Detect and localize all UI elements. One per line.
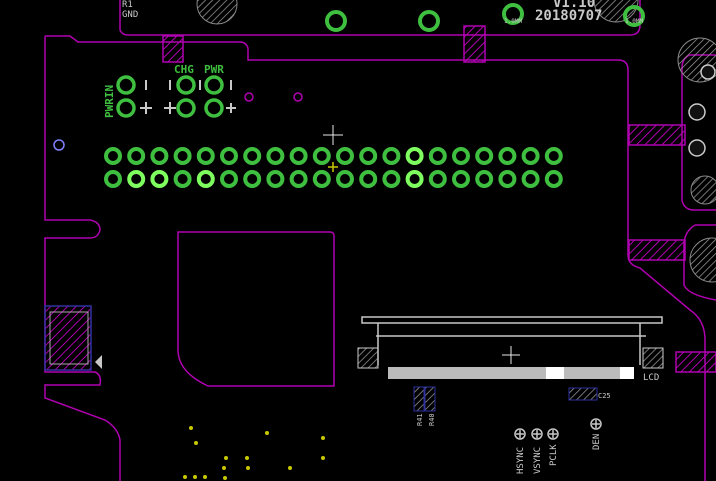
header-pad[interactable] <box>104 147 122 165</box>
header-pad[interactable] <box>243 147 262 165</box>
header-pad[interactable] <box>498 147 517 165</box>
header-pad[interactable] <box>428 147 447 165</box>
pin-sub-left: 1.0MM <box>504 18 522 25</box>
header-pad[interactable] <box>544 170 563 188</box>
pwr-label: PWR <box>204 63 224 76</box>
vias <box>244 92 303 102</box>
header-pad[interactable] <box>452 170 470 188</box>
header-pad[interactable] <box>266 147 285 165</box>
header-pad[interactable] <box>359 170 378 188</box>
header-pad[interactable] <box>428 170 447 188</box>
header-pad[interactable] <box>173 147 192 165</box>
header-pad[interactable] <box>220 170 238 188</box>
den-label: DEN <box>592 434 602 450</box>
via-dots <box>183 426 325 480</box>
gnd-label: GND <box>122 10 138 20</box>
date-text: 20180707 <box>535 8 602 24</box>
pcb-layout-view[interactable]: R1 GND V1.10 20180707 1.0MM 1.0MM PWRIN … <box>0 0 716 481</box>
header-pad[interactable] <box>173 170 192 188</box>
header-pad[interactable] <box>475 170 494 188</box>
header-pad[interactable] <box>243 170 262 188</box>
pclk-label: PCLK <box>549 444 559 466</box>
r1-label: R1 <box>122 0 133 10</box>
test-points[interactable] <box>514 418 602 440</box>
header-pad[interactable] <box>382 170 401 188</box>
header-pad[interactable] <box>150 147 169 165</box>
header-pad[interactable] <box>312 147 331 165</box>
header-pad[interactable] <box>127 147 146 165</box>
header-pad[interactable] <box>498 170 517 188</box>
header-pad[interactable] <box>544 147 563 165</box>
header-pad[interactable] <box>336 147 354 165</box>
fiducial <box>53 139 65 151</box>
header-pad[interactable] <box>196 147 215 165</box>
header-pad[interactable] <box>127 170 146 188</box>
header-pad[interactable] <box>452 147 470 165</box>
chg-label: CHG <box>174 63 194 76</box>
r41-label: R41 <box>416 413 424 426</box>
power-connector[interactable] <box>116 75 236 118</box>
header-pad[interactable] <box>359 147 378 165</box>
header-pad[interactable] <box>289 170 308 188</box>
header-pad[interactable] <box>104 170 122 188</box>
header-pad[interactable] <box>196 170 215 188</box>
header-pad[interactable] <box>150 170 169 188</box>
header-pad[interactable] <box>405 170 424 188</box>
c25-label: C25 <box>598 392 611 400</box>
header-pad[interactable] <box>405 147 424 165</box>
header-pad[interactable] <box>382 147 401 165</box>
small-components[interactable] <box>413 386 598 412</box>
pin-sub-right: 1.0MM <box>625 18 643 25</box>
r40-label: R40 <box>428 413 436 426</box>
header-pad[interactable] <box>220 147 238 165</box>
yellow-cursor <box>328 162 338 172</box>
header-pad[interactable] <box>521 170 540 188</box>
header-pad[interactable] <box>289 147 308 165</box>
board-outline <box>44 0 716 481</box>
vsync-label: VSYNC <box>533 447 543 474</box>
header-pad[interactable] <box>521 147 540 165</box>
header-pad[interactable] <box>312 170 331 188</box>
hsync-label: HSYNC <box>516 447 526 474</box>
header-pad[interactable] <box>266 170 285 188</box>
header-pad[interactable] <box>336 170 354 188</box>
lcd-label: LCD <box>643 373 659 383</box>
header-pad[interactable] <box>475 147 494 165</box>
copper-keepout-zones <box>44 25 716 373</box>
pwrin-label: PWRIN <box>103 85 116 118</box>
